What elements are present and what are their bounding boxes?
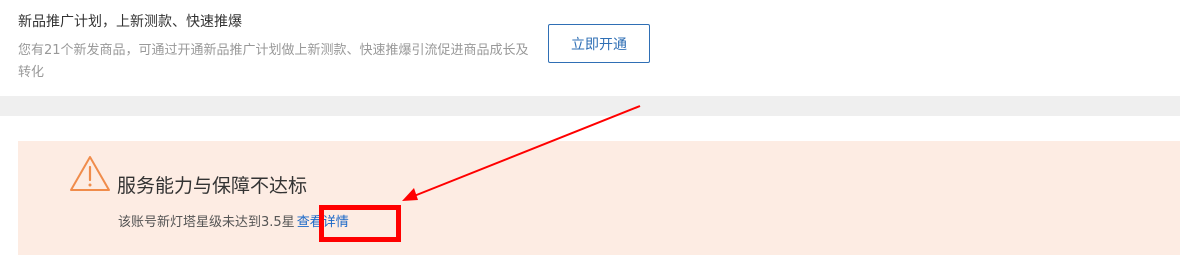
warning-panel: 服务能力与保障不达标 该账号新灯塔星级未达到3.5星 查看详情 (18, 141, 1180, 255)
annotation-highlight-box (319, 205, 401, 242)
page: 新品推广计划，上新测款、快速推爆 您有21个新发商品，可通过开通新品推广计划做上… (0, 0, 1180, 256)
warning-message-row: 该账号新灯塔星级未达到3.5星 查看详情 (118, 211, 349, 230)
open-now-button[interactable]: 立即开通 (548, 24, 650, 63)
warning-message: 该账号新灯塔星级未达到3.5星 (118, 215, 295, 230)
warning-triangle-icon (70, 156, 110, 191)
section-divider (0, 96, 1180, 116)
warning-title: 服务能力与保障不达标 (117, 175, 308, 197)
promo-description: 您有21个新发商品，可通过开通新品推广计划做上新测款、快速推爆引流促进商品成长及… (18, 43, 529, 80)
promo-title: 新品推广计划，上新测款、快速推爆 (18, 14, 242, 30)
